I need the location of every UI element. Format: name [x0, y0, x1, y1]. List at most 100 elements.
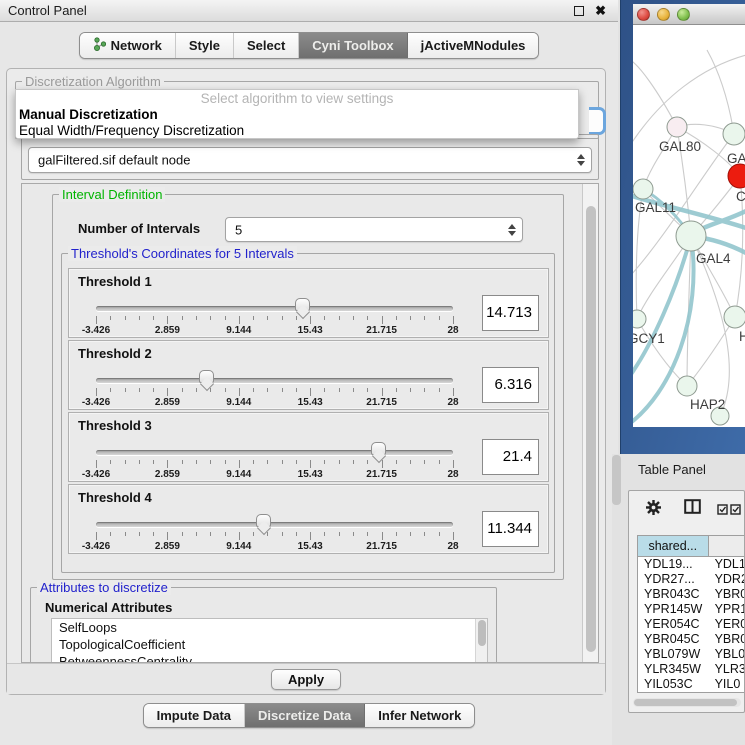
- network-canvas[interactable]: GAL80GACGAL11GAL4GCY1HHAP2: [633, 25, 745, 427]
- table-row[interactable]: YIL053CYIL0: [638, 677, 745, 692]
- mac-minimize-icon[interactable]: [657, 8, 670, 21]
- network-node-c[interactable]: [728, 164, 745, 188]
- settings-scrollbar-thumb[interactable]: [586, 206, 596, 652]
- slider-track[interactable]: [96, 522, 453, 527]
- settings-vertical-scrollbar[interactable]: [582, 184, 598, 662]
- table-hscrollbar-thumb[interactable]: [634, 699, 737, 706]
- slider-thumb[interactable]: [371, 442, 386, 455]
- slider-tick: [196, 316, 197, 320]
- tab-infer-network[interactable]: Infer Network: [365, 704, 474, 727]
- table-header-shared-name[interactable]: shared...: [638, 536, 709, 556]
- slider-track[interactable]: [96, 378, 453, 383]
- table-data-combobox[interactable]: galFiltered.sif default node: [28, 147, 592, 173]
- tab-cyni-toolbox[interactable]: Cyni Toolbox: [299, 33, 407, 58]
- network-node-h[interactable]: [724, 306, 745, 328]
- slider-thumb[interactable]: [256, 514, 271, 527]
- table-region-scrollbar-thumb[interactable]: [612, 455, 621, 505]
- tab-discretize-data[interactable]: Discretize Data: [245, 704, 365, 727]
- threshold-value-field[interactable]: 14.713: [482, 295, 539, 331]
- attribute-list-item[interactable]: TopologicalCoefficient: [52, 636, 487, 653]
- column-layout-icon[interactable]: [684, 499, 701, 519]
- close-icon[interactable]: ✖: [595, 2, 606, 20]
- slider-tick: [225, 460, 226, 464]
- table-row[interactable]: YLR345WYLR3: [638, 662, 745, 677]
- tab-jactivemnodules[interactable]: jActiveMNodules: [408, 33, 539, 58]
- slider-tick: [296, 460, 297, 464]
- attribute-list-item[interactable]: SelfLoops: [52, 619, 487, 636]
- threshold-value-field[interactable]: 6.316: [482, 367, 539, 403]
- attributes-group-label: Attributes to discretize: [37, 580, 171, 595]
- table-panel-region: Table Panel: [612, 454, 745, 745]
- network-node-gal80[interactable]: [667, 117, 687, 137]
- discretization-algorithm-label: Discretization Algorithm: [22, 74, 164, 89]
- algorithm-combobox-focus-fragment[interactable]: [589, 107, 606, 135]
- checkbox-select-all-icon[interactable]: [730, 502, 741, 520]
- table-horizontal-scrollbar[interactable]: [633, 698, 741, 707]
- algorithm-option-equal-width[interactable]: Equal Width/Frequency Discretization: [18, 123, 574, 138]
- slider-tick: [282, 316, 283, 320]
- slider-thumb[interactable]: [295, 298, 310, 311]
- gear-icon[interactable]: [645, 499, 662, 521]
- slider-tick: [324, 460, 325, 464]
- slider-tick: [324, 388, 325, 392]
- apply-button[interactable]: Apply: [271, 669, 341, 690]
- slider-thumb[interactable]: [199, 370, 214, 383]
- attribute-list-item[interactable]: BetweennessCentrality: [52, 653, 487, 663]
- threshold-panel: Threshold 2-3.4262.8599.14415.4321.71528…: [68, 340, 549, 410]
- slider-tick: [396, 460, 397, 464]
- network-node-gcy1[interactable]: [633, 310, 646, 328]
- slider-tick: [239, 460, 240, 468]
- checkbox-select-icon[interactable]: [717, 502, 728, 520]
- network-window-titlebar[interactable]: [633, 4, 745, 25]
- network-node-gal11[interactable]: [633, 179, 653, 199]
- table-header-name[interactable]: na: [709, 536, 745, 556]
- slider-tick: [153, 532, 154, 536]
- table-row[interactable]: YBR043CYBR0: [638, 587, 745, 602]
- slider-tick: [424, 388, 425, 392]
- slider-tick: [96, 532, 97, 540]
- slider-tick: [424, 460, 425, 464]
- number-of-intervals-combobox[interactable]: 5: [225, 217, 523, 242]
- network-node-ga[interactable]: [723, 123, 745, 145]
- float-window-icon[interactable]: [574, 6, 584, 16]
- slider-tick: [125, 388, 126, 392]
- slider-tick: [267, 532, 268, 536]
- interval-definition-group: Interval Definition Number of Intervals …: [52, 194, 564, 580]
- table-row[interactable]: YDR27...YDR2: [638, 572, 745, 587]
- table-row[interactable]: YER054CYER0: [638, 617, 745, 632]
- table-row[interactable]: YDL19...YDL1: [638, 557, 745, 572]
- network-node-gal4[interactable]: [676, 221, 706, 251]
- table-cell-name: YBR0: [709, 587, 745, 602]
- slider-tick: [339, 316, 340, 320]
- slider-tick: [282, 532, 283, 536]
- slider-tick: [310, 460, 311, 468]
- tab-select[interactable]: Select: [234, 33, 299, 58]
- tab-network[interactable]: Network: [80, 33, 176, 58]
- slider-tick: [339, 532, 340, 536]
- slider-tick-label: 2.859: [155, 541, 180, 552]
- attributes-scrollbar-thumb[interactable]: [478, 620, 486, 646]
- table-row[interactable]: YBR045CYBR0: [638, 632, 745, 647]
- combo-spinner-icon: [507, 224, 516, 236]
- threshold-title: Threshold 3: [78, 418, 152, 433]
- slider-tick: [310, 532, 311, 540]
- table-row[interactable]: YBL079WYBL0: [638, 647, 745, 662]
- mac-zoom-icon[interactable]: [677, 8, 690, 21]
- table-row[interactable]: YPR145WYPR1: [638, 602, 745, 617]
- algorithm-placeholder-option[interactable]: Select algorithm to view settings: [16, 91, 578, 106]
- mac-close-icon[interactable]: [637, 8, 650, 21]
- threshold-value-field[interactable]: 11.344: [482, 511, 539, 547]
- slider-track[interactable]: [96, 306, 453, 311]
- tab-label: Impute Data: [157, 708, 231, 723]
- slider-tick: [182, 460, 183, 464]
- algorithm-option-manual[interactable]: Manual Discretization: [18, 107, 574, 122]
- threshold-value-field[interactable]: 21.4: [482, 439, 539, 475]
- network-node-hap2[interactable]: [677, 376, 697, 396]
- interval-definition-label: Interval Definition: [59, 187, 165, 202]
- tab-impute-data[interactable]: Impute Data: [144, 704, 245, 727]
- slider-tick: [253, 532, 254, 536]
- tab-style[interactable]: Style: [176, 33, 234, 58]
- network-node-label: GAL80: [659, 139, 701, 154]
- slider-track[interactable]: [96, 450, 453, 455]
- attributes-scrollbar[interactable]: [475, 619, 487, 663]
